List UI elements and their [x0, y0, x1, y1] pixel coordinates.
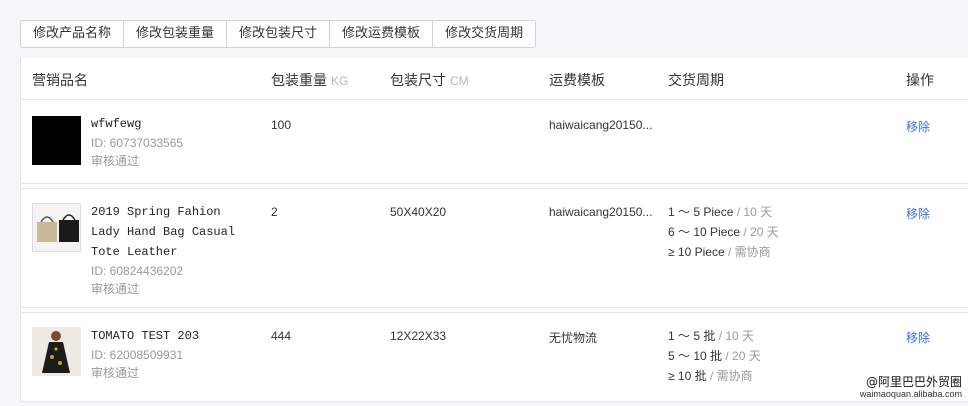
lead-sep: /: [722, 349, 733, 363]
product-name-line: Tote Leather: [91, 245, 178, 259]
remove-link[interactable]: 移除: [906, 118, 930, 135]
lead-time-tier: 1 ～ 5 批 / 10 天: [668, 326, 761, 346]
lead-time-tier: 5 ～ 10 批 / 20 天: [668, 346, 761, 366]
lead-sep: /: [715, 329, 726, 343]
table-row: wfwfewg ID: 60737033565 审核通过 100 haiwaic…: [21, 100, 968, 184]
lead-qty: 1 ～ 5 Piece: [668, 205, 734, 219]
lead-duration: 20 天: [750, 225, 779, 239]
lead-sep: /: [733, 205, 744, 219]
header-weight-label: 包装重量: [271, 73, 327, 89]
shipping-template: haiwaicang20150...: [549, 118, 653, 132]
lead-time-tier: ≥ 10 批 / 需协商: [668, 366, 761, 386]
lead-qty: ≥ 10 批: [668, 369, 707, 383]
lead-duration: 需协商: [716, 369, 753, 383]
lead-duration: 需协商: [734, 245, 771, 259]
lead-time-tier: ≥ 10 Piece / 需协商: [668, 242, 779, 262]
table-header: 营销品名 包装重量 KG 包装尺寸 CM 运费模板 交货周期 操作: [21, 58, 968, 100]
review-status: 审核通过: [91, 154, 140, 168]
lead-qty: 1 ～ 5 批: [668, 329, 716, 343]
header-size-unit: CM: [450, 74, 469, 88]
edit-shipping-template-button[interactable]: 修改运费模板: [330, 21, 434, 47]
product-thumbnail[interactable]: [32, 327, 81, 376]
lead-qty: ≥ 10 Piece: [668, 245, 725, 259]
product-name-line: Lady Hand Bag Casual: [91, 225, 236, 239]
review-status: 审核通过: [91, 366, 140, 380]
lead-qty: 6 ～ 10 Piece: [668, 225, 741, 239]
handbag-image-icon: [33, 204, 80, 251]
watermark-title: @阿里巴巴外贸圈: [865, 375, 962, 389]
product-name: TOMATO TEST 203: [91, 329, 200, 343]
table-row: TOMATO TEST 203 ID: 62008509931 审核通过 444…: [21, 312, 968, 402]
product-name-block: 2019 Spring Fahion Lady Hand Bag Casual …: [91, 202, 235, 298]
lead-duration: 20 天: [732, 349, 761, 363]
shipping-template: haiwaicang20150...: [549, 205, 653, 219]
edit-package-weight-button[interactable]: 修改包装重量: [124, 21, 228, 47]
product-id: ID: 62008509931: [91, 348, 184, 362]
lead-sep: /: [724, 245, 735, 259]
edit-package-size-button[interactable]: 修改包装尺寸: [227, 21, 331, 47]
watermark: @阿里巴巴外贸圈 waimaoquan.alibaba.com: [857, 375, 964, 400]
lead-time-list: 1 ～ 5 批 / 10 天 5 ～ 10 批 / 20 天 ≥ 10 批 / …: [668, 326, 761, 386]
shipping-template: 无忧物流: [549, 331, 598, 345]
product-id: ID: 60737033565: [91, 136, 184, 150]
header-template: 运费模板: [549, 73, 605, 89]
lead-time-tier: 6 ～ 10 Piece / 20 天: [668, 222, 779, 242]
package-size: 50X40X20: [390, 205, 447, 219]
header-size: 包装尺寸 CM: [390, 70, 469, 90]
lead-qty: 5 ～ 10 批: [668, 349, 723, 363]
lead-duration: 10 天: [725, 329, 755, 343]
remove-link[interactable]: 移除: [906, 205, 930, 222]
table-row: 2019 Spring Fahion Lady Hand Bag Casual …: [21, 188, 968, 308]
header-weight-unit: KG: [331, 74, 349, 88]
header-action: 操作: [906, 73, 934, 89]
header-lead-time: 交货周期: [668, 73, 724, 89]
package-weight: 444: [271, 329, 292, 343]
product-thumbnail[interactable]: [32, 203, 81, 252]
product-name-block: TOMATO TEST 203 ID: 62008509931 审核通过: [91, 326, 199, 382]
watermark-url: waimaoquan.alibaba.com: [859, 389, 962, 399]
edit-lead-time-button[interactable]: 修改交货周期: [433, 21, 535, 47]
lead-sep: /: [740, 225, 751, 239]
lead-sep: /: [706, 369, 717, 383]
package-weight: 100: [271, 118, 292, 132]
product-name-block: wfwfewg ID: 60737033565 审核通过: [91, 114, 183, 170]
product-name-line: 2019 Spring Fahion: [91, 205, 221, 219]
header-name: 营销品名: [32, 73, 88, 89]
lead-time-list: 1 ～ 5 Piece / 10 天 6 ～ 10 Piece / 20 天 ≥…: [668, 202, 779, 262]
header-weight: 包装重量 KG: [271, 70, 348, 90]
lead-time-tier: 1 ～ 5 Piece / 10 天: [668, 202, 779, 222]
product-thumbnail[interactable]: [32, 116, 81, 165]
review-status: 审核通过: [91, 282, 140, 296]
dress-image-icon: [32, 327, 81, 376]
edit-product-name-button[interactable]: 修改产品名称: [21, 21, 125, 47]
lead-duration: 10 天: [743, 205, 773, 219]
product-name: wfwfewg: [91, 117, 142, 131]
remove-link[interactable]: 移除: [906, 329, 930, 346]
package-weight: 2: [271, 205, 278, 219]
product-id: ID: 60824436202: [91, 264, 184, 278]
package-size: 12X22X33: [390, 329, 447, 343]
product-table: 营销品名 包装重量 KG 包装尺寸 CM 运费模板 交货周期 操作 wfwfewg …: [20, 58, 968, 402]
header-size-label: 包装尺寸: [390, 73, 446, 89]
bulk-edit-toolbar: 修改产品名称 修改包装重量 修改包装尺寸 修改运费模板 修改交货周期: [20, 20, 537, 48]
